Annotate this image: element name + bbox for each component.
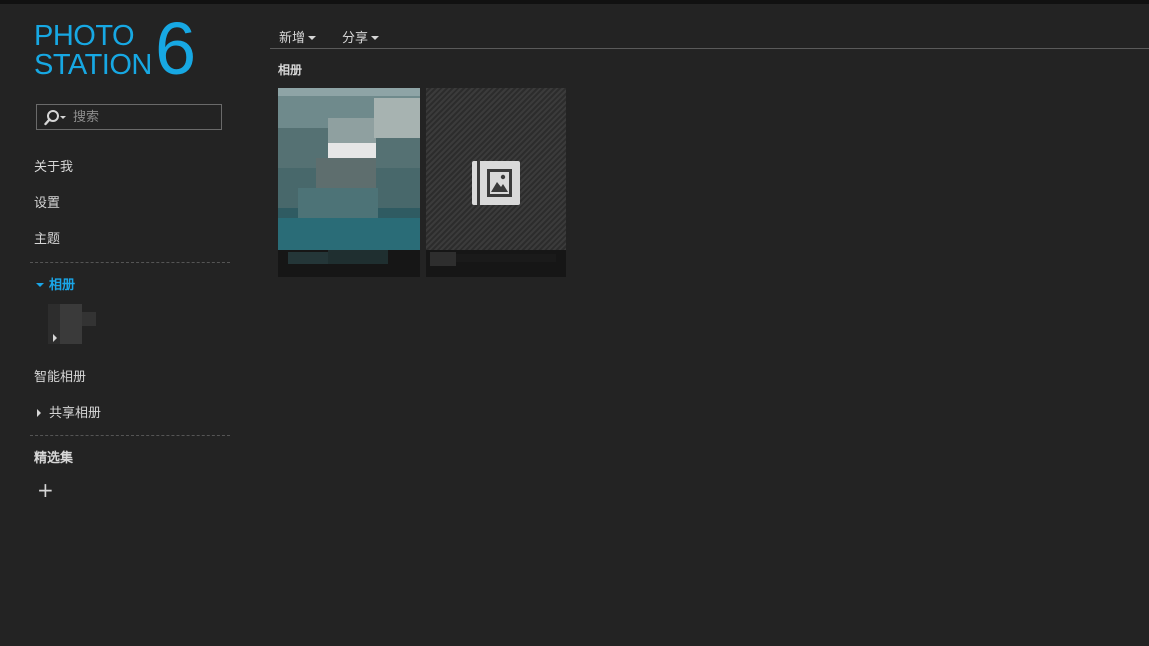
photo-pixel [278, 218, 420, 250]
toolbar: 新增 分享 [270, 23, 1149, 49]
album-caption [426, 250, 566, 277]
albums-label: 相册 [49, 278, 76, 293]
album-placeholder-icon [472, 161, 520, 205]
logo-version: 6 [155, 7, 197, 90]
redacted-block [430, 252, 456, 266]
share-label: 分享 [342, 31, 369, 46]
new-dropdown-button[interactable]: 新增 [279, 27, 317, 46]
sidebar-divider [30, 435, 230, 436]
sidebar: PHOTO STATION 6 关于我 设置 主题 相册 智能相册 共享相册 精… [0, 4, 262, 646]
shared-albums-label: 共享相册 [49, 406, 102, 421]
sidebar-item-featured[interactable]: 精选集 [34, 447, 73, 466]
album-tree-item[interactable] [46, 304, 98, 346]
sidebar-item-settings[interactable]: 设置 [34, 192, 60, 211]
sidebar-item-albums[interactable]: 相册 [36, 274, 75, 293]
album-caption [278, 250, 420, 277]
sidebar-item-smart-albums[interactable]: 智能相册 [34, 366, 86, 385]
photo-pixel [298, 188, 378, 218]
section-title: 相册 [278, 63, 303, 77]
share-dropdown-button[interactable]: 分享 [342, 27, 380, 46]
photo-pixel [374, 98, 420, 138]
album-card[interactable] [278, 88, 420, 277]
logo-line2: STATION [34, 49, 152, 81]
search-icon[interactable] [44, 110, 66, 126]
redacted-block [456, 254, 556, 262]
redacted-block [82, 312, 96, 326]
search-input[interactable] [73, 107, 213, 127]
photo-station-logo[interactable]: PHOTO STATION 6 [34, 12, 214, 90]
add-icon[interactable]: + [37, 480, 54, 500]
sidebar-divider [30, 262, 230, 263]
expand-arrow-icon [36, 282, 44, 287]
search-box [36, 104, 222, 130]
redacted-block [328, 250, 388, 264]
chevron-down-icon [308, 35, 317, 40]
sidebar-item-themes[interactable]: 主题 [34, 228, 60, 247]
photo-pixel [278, 88, 420, 96]
sidebar-item-about-me[interactable]: 关于我 [34, 156, 73, 175]
redacted-block [288, 252, 328, 264]
expand-arrow-icon[interactable] [53, 334, 57, 342]
album-card[interactable] [426, 88, 566, 277]
chevron-down-icon [371, 35, 380, 40]
sidebar-item-shared-albums[interactable]: 共享相册 [37, 402, 101, 421]
photo-pixel [316, 158, 376, 188]
new-label: 新增 [279, 31, 306, 46]
redacted-block [60, 304, 82, 344]
expand-arrow-icon [37, 408, 41, 417]
logo-line1: PHOTO [34, 20, 135, 52]
